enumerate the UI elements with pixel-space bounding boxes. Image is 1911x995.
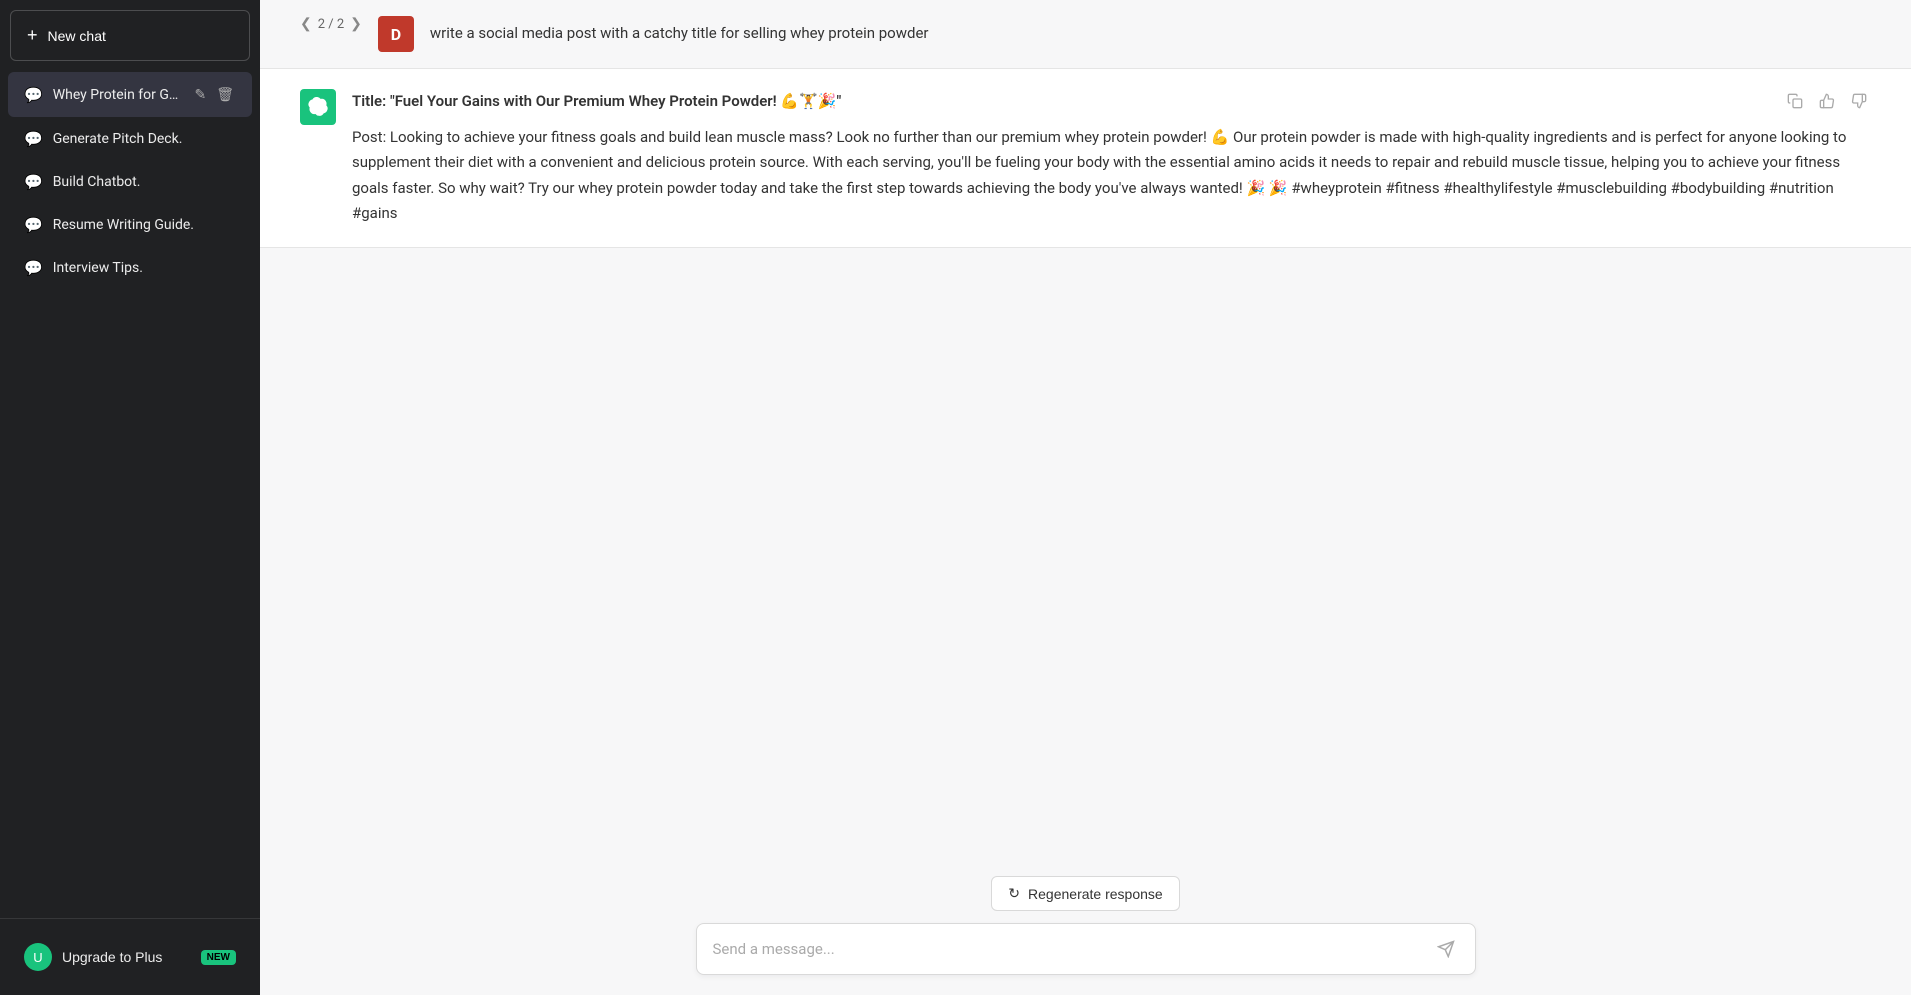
chat-icon: 💬: [24, 259, 43, 277]
pagination-next-arrow[interactable]: ❯: [350, 16, 362, 32]
edit-chat-button[interactable]: ✎: [192, 84, 208, 105]
copy-message-button[interactable]: [1783, 89, 1807, 113]
assistant-message-content: Title: "Fuel Your Gains with Our Premium…: [352, 89, 1871, 227]
regenerate-label: Regenerate response: [1028, 886, 1163, 902]
chat-icon: 💬: [24, 86, 43, 104]
regenerate-icon: ↻: [1008, 885, 1020, 902]
chat-actions: ✎ 🗑: [192, 84, 236, 105]
chat-item-label: Generate Pitch Deck.: [53, 131, 236, 147]
user-initial: D: [391, 25, 401, 44]
new-chat-label: New chat: [48, 28, 106, 44]
sidebar-item-build-chatbot[interactable]: 💬 Build Chatbot.: [8, 161, 252, 203]
sidebar-item-interview-tips[interactable]: 💬 Interview Tips.: [8, 247, 252, 289]
sidebar-item-resume-writing[interactable]: 💬 Resume Writing Guide.: [8, 204, 252, 246]
chat-icon: 💬: [24, 130, 43, 148]
sidebar: + New chat 💬 Whey Protein for Gains. ✎ 🗑…: [0, 0, 260, 995]
pagination: ❮ 2 / 2 ❯: [300, 16, 362, 32]
upgrade-label: Upgrade to Plus: [62, 949, 162, 965]
regenerate-response-button[interactable]: ↻ Regenerate response: [991, 876, 1179, 911]
messages-area: ❮ 2 / 2 ❯ D write a social media post wi…: [260, 0, 1911, 860]
thumbs-down-button[interactable]: [1847, 89, 1871, 113]
chatgpt-logo-icon: [308, 97, 328, 117]
new-chat-button[interactable]: + New chat: [10, 10, 250, 61]
chat-icon: 💬: [24, 173, 43, 191]
sidebar-item-pitch-deck[interactable]: 💬 Generate Pitch Deck.: [8, 118, 252, 160]
message-input-area: [696, 923, 1476, 975]
upgrade-to-plus-button[interactable]: U Upgrade to Plus NEW: [10, 931, 250, 983]
chat-item-label: Resume Writing Guide.: [53, 217, 236, 233]
user-avatar: D: [378, 16, 414, 52]
pagination-prev-arrow[interactable]: ❮: [300, 16, 312, 32]
main-content: ❮ 2 / 2 ❯ D write a social media post wi…: [260, 0, 1911, 995]
message-input[interactable]: [713, 940, 1433, 958]
user-message-section: ❮ 2 / 2 ❯ D write a social media post wi…: [260, 0, 1911, 69]
empty-area: [260, 248, 1911, 861]
pagination-current: 2 / 2: [318, 17, 344, 32]
assistant-avatar: [300, 89, 336, 125]
chat-icon: 💬: [24, 216, 43, 234]
assistant-message-section: Title: "Fuel Your Gains with Our Premium…: [260, 69, 1911, 248]
chat-item-label: Build Chatbot.: [53, 174, 236, 190]
assistant-message-title: Title: "Fuel Your Gains with Our Premium…: [352, 89, 1871, 115]
thumbs-up-button[interactable]: [1815, 89, 1839, 113]
new-badge: NEW: [201, 950, 236, 965]
delete-chat-button[interactable]: 🗑: [214, 84, 236, 105]
plus-icon: +: [27, 25, 38, 46]
user-initial: U: [33, 950, 42, 965]
sidebar-item-whey-protein[interactable]: 💬 Whey Protein for Gains. ✎ 🗑: [8, 72, 252, 117]
assistant-message-body: Post: Looking to achieve your fitness go…: [352, 125, 1871, 227]
chat-item-label: Whey Protein for Gains.: [53, 87, 183, 103]
chat-list: 💬 Whey Protein for Gains. ✎ 🗑 💬 Generate…: [0, 67, 260, 918]
message-actions: [1783, 89, 1871, 113]
chat-item-label: Interview Tips.: [53, 260, 236, 276]
user-message-text: write a social media post with a catchy …: [430, 16, 929, 45]
send-button[interactable]: [1433, 936, 1459, 962]
sidebar-bottom: U Upgrade to Plus NEW: [0, 918, 260, 995]
user-avatar: U: [24, 943, 52, 971]
bottom-controls: ↻ Regenerate response: [260, 860, 1911, 995]
